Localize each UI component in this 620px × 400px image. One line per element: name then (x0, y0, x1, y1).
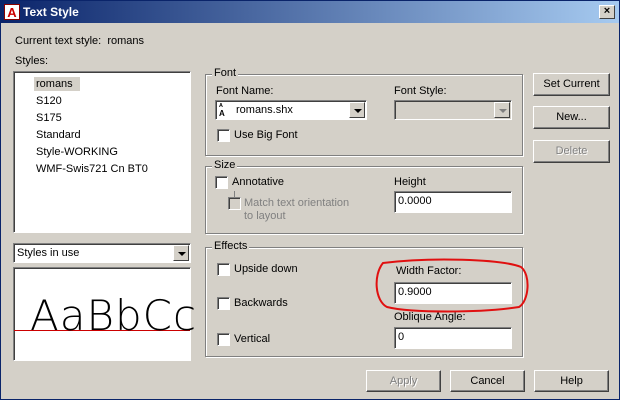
annotative-checkbox[interactable] (215, 176, 228, 189)
upside-down-checkbox[interactable] (217, 263, 230, 276)
new-button[interactable]: New... (533, 106, 610, 129)
use-big-font-checkbox[interactable] (217, 129, 230, 142)
styles-filter-value: Styles in use (17, 247, 80, 259)
styles-label: Styles: (15, 55, 49, 67)
list-item[interactable]: romans (36, 78, 73, 90)
list-item[interactable]: WMF-Swis721 Cn BT0 (36, 163, 148, 175)
list-item[interactable]: S120 (36, 95, 62, 107)
match-orientation-label: Match text orientation (244, 197, 350, 209)
size-group-title: Size (212, 159, 238, 171)
match-orientation-label-line2: to layout (244, 210, 286, 222)
list-item[interactable]: S175 (36, 112, 62, 124)
preview-text: AaBbCc (30, 291, 198, 340)
font-name-value: romans.shx (236, 104, 293, 116)
cancel-button[interactable]: Cancel (450, 370, 525, 392)
match-orientation-checkbox (228, 197, 241, 210)
list-item[interactable]: Standard (36, 129, 81, 141)
chevron-down-icon[interactable] (173, 245, 189, 261)
vertical-label: Vertical (234, 333, 271, 345)
use-big-font-label: Use Big Font (234, 129, 298, 141)
height-label: Height (394, 176, 426, 188)
backwards-checkbox[interactable] (217, 297, 230, 310)
shx-font-icon: ᴬA (219, 102, 225, 118)
chevron-down-icon (494, 102, 510, 118)
oblique-angle-input[interactable]: 0 (394, 327, 512, 349)
effects-group-title: Effects (212, 240, 250, 252)
preview-pane: AaBbCc (13, 267, 196, 361)
height-value: 0.0000 (398, 195, 432, 207)
chevron-down-icon[interactable] (349, 102, 365, 118)
font-name-dropdown[interactable]: ᴬA romans.shx (215, 100, 367, 120)
set-current-button[interactable]: Set Current (533, 73, 610, 96)
autocad-icon: A (4, 4, 20, 20)
upside-down-label: Upside down (234, 263, 298, 275)
current-style-label: Current text style: romans (15, 35, 144, 47)
apply-button: Apply (366, 370, 441, 392)
title-bar[interactable]: A Text Style × (1, 1, 619, 23)
styles-list[interactable]: romans S120 S175 Standard Style-WORKING … (13, 71, 191, 233)
annotation-circle (375, 258, 529, 313)
delete-button: Delete (533, 140, 610, 163)
window-title: Text Style (23, 5, 79, 19)
font-style-dropdown[interactable] (394, 100, 512, 120)
font-name-label: Font Name: (216, 85, 274, 97)
vertical-checkbox[interactable] (217, 333, 230, 346)
help-button[interactable]: Help (534, 370, 609, 392)
height-input[interactable]: 0.0000 (394, 191, 512, 213)
list-item[interactable]: Style-WORKING (36, 146, 118, 158)
current-style-caption: Current text style: (15, 35, 102, 47)
font-style-label: Font Style: (394, 85, 447, 97)
font-group-title: Font (212, 67, 239, 79)
current-style-value: romans (107, 35, 145, 47)
backwards-label: Backwards (234, 297, 288, 309)
oblique-angle-value: 0 (398, 331, 405, 343)
text-style-dialog: A Text Style × Current text style: roman… (0, 0, 620, 400)
styles-filter-dropdown[interactable]: Styles in use (13, 243, 191, 263)
close-button[interactable]: × (599, 5, 615, 19)
annotative-label: Annotative (232, 176, 284, 188)
